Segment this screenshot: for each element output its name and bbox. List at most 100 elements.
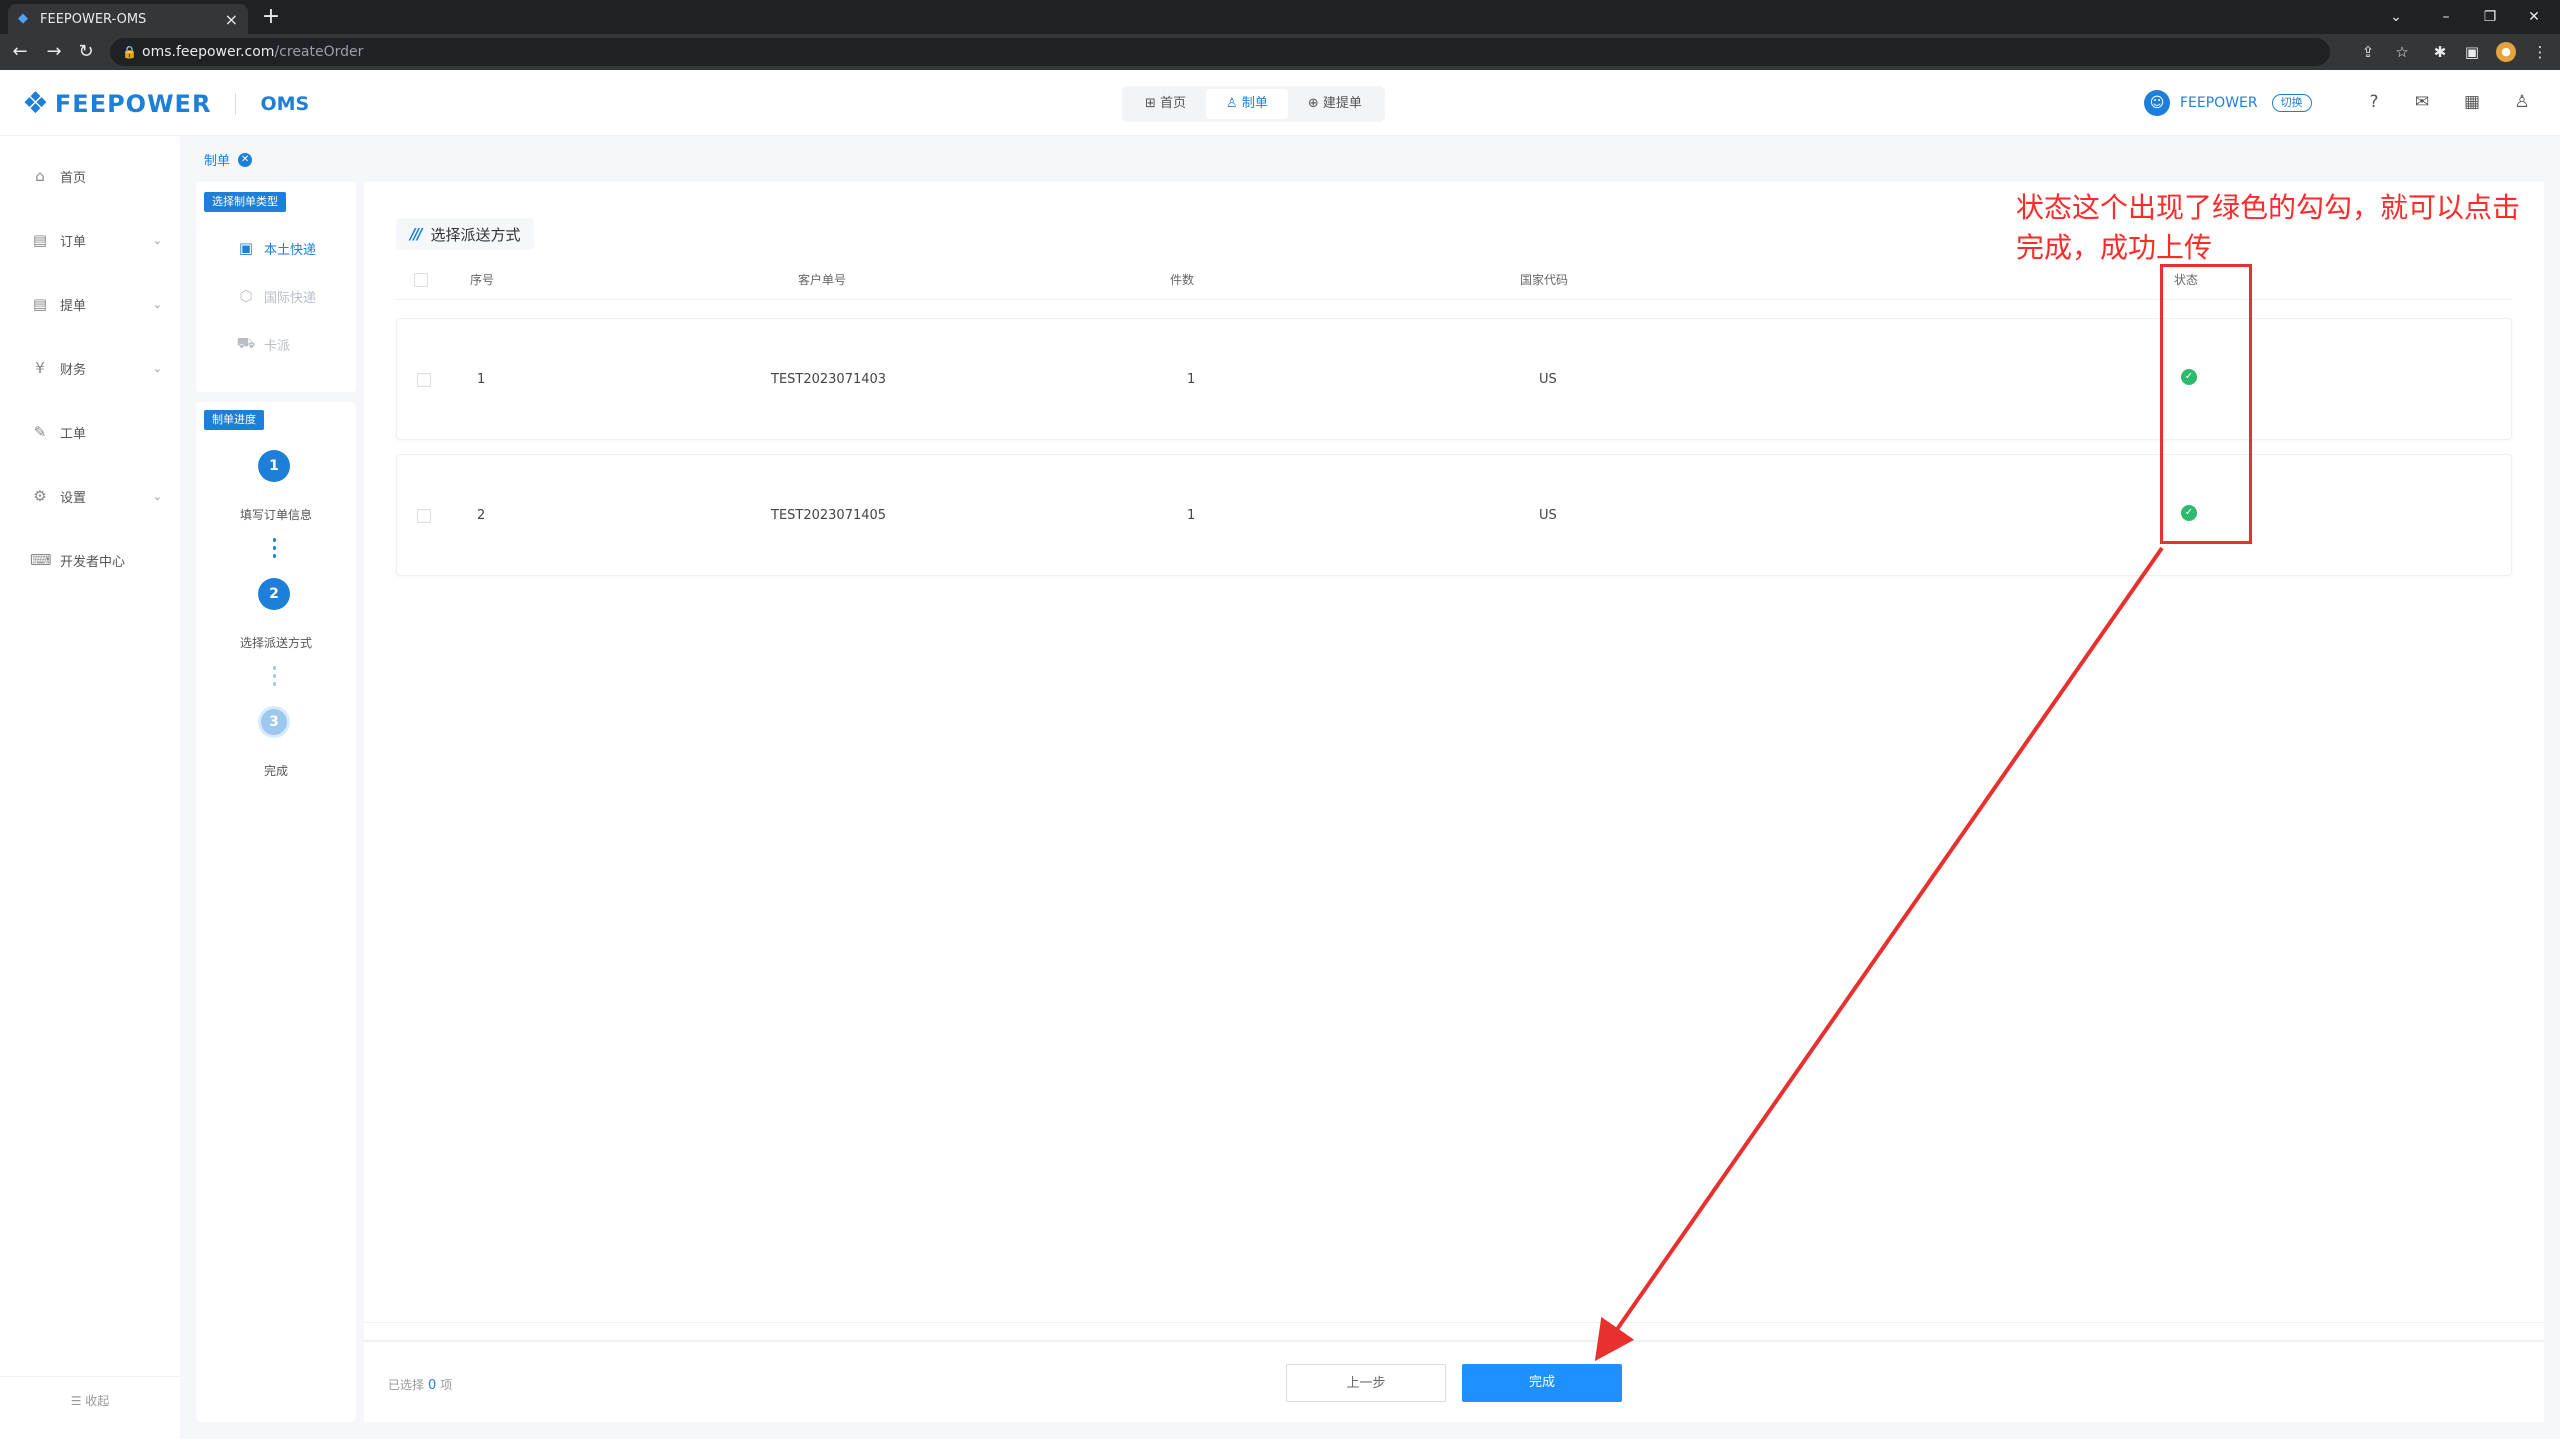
step-connector: [273, 538, 276, 560]
close-icon[interactable]: ✕: [238, 152, 253, 167]
reload-icon[interactable]: ↻: [74, 40, 98, 64]
prev-step-button[interactable]: 上一步: [1286, 1364, 1446, 1402]
feepower-favicon-icon: ◆: [18, 11, 28, 26]
mode-local-express[interactable]: ▣ 本土快递: [236, 236, 316, 260]
sidebar-item-label: 订单: [60, 234, 87, 250]
select-all-checkbox[interactable]: [414, 273, 428, 287]
share-icon[interactable]: ⇪: [2356, 40, 2380, 64]
feepower-logo-icon: ❖: [22, 86, 49, 121]
sidepanel-icon[interactable]: ▣: [2460, 40, 2484, 64]
top-nav-create-bill[interactable]: ⊕ 建提单: [1288, 89, 1382, 119]
url-host: oms.feepower.com: [142, 44, 275, 60]
url-path: /createOrder: [274, 44, 364, 60]
sidebar-item-bills[interactable]: ▤ 提单 ⌄: [0, 284, 180, 324]
minimize-icon[interactable]: –: [2424, 0, 2468, 34]
product-name: OMS: [260, 92, 310, 115]
grid-icon: ⊞: [1145, 96, 1161, 111]
url-input[interactable]: 🔒 oms.feepower.com/createOrder: [110, 38, 2330, 66]
truck-icon: ⛟: [236, 334, 256, 352]
extensions-icon[interactable]: ✱: [2428, 40, 2452, 64]
step-1-dot: 1: [258, 450, 290, 482]
logo[interactable]: ❖ FEEPOWER OMS: [22, 86, 309, 121]
chevron-down-icon: ⌄: [152, 489, 162, 503]
column-pieces: 件数: [1170, 273, 1195, 287]
row-checkbox[interactable]: [417, 509, 431, 523]
collapse-sidebar-button[interactable]: ☰ 收起: [0, 1376, 180, 1416]
switch-account-button[interactable]: 切换: [2271, 94, 2312, 112]
sidebar-item-developer[interactable]: ⌨ 开发者中心: [0, 540, 180, 580]
sidebar-item-settings[interactable]: ⚙ 设置 ⌄: [0, 476, 180, 516]
new-tab-icon[interactable]: +: [258, 4, 284, 30]
mode-international-express: ⬡ 国际快递: [236, 284, 316, 308]
browser-tabbar: ◆ FEEPOWER-OMS × + ⌄ – ❐ ✕: [0, 0, 2560, 34]
sidebar: ⌂ 首页 ▤ 订单 ⌄ ▤ 提单 ⌄ ¥ 财务 ⌄ ✎ 工单 ⚙ 设置 ⌄ ⌨ 开发者中心 ☰ 收起: [0, 136, 180, 1439]
breadcrumb-label: 制单: [204, 154, 231, 169]
close-tab-icon[interactable]: ×: [225, 10, 238, 29]
browser-tab[interactable]: ◆ FEEPOWER-OMS ×: [8, 4, 248, 34]
cell-seq: 1: [477, 372, 486, 387]
user-info[interactable]: ☺ FEEPOWER 切换: [2144, 90, 2312, 116]
brand-name: FEEPOWER: [54, 89, 212, 118]
divider: [364, 1322, 2544, 1323]
top-nav-create-bill-label: 建提单: [1322, 96, 1362, 111]
cell-pieces: 1: [1187, 372, 1196, 387]
row-checkbox[interactable]: [417, 373, 431, 387]
chevron-down-icon: ⌄: [152, 233, 162, 247]
message-icon[interactable]: ✉: [2410, 90, 2434, 114]
back-icon[interactable]: ←: [8, 40, 32, 64]
sidebar-item-home[interactable]: ⌂ 首页: [0, 156, 180, 196]
user-name: FEEPOWER: [2180, 95, 2258, 111]
cell-customer-no: TEST2023071403: [771, 372, 887, 387]
mode-truck: ⛟ 卡派: [236, 332, 290, 356]
breadcrumb[interactable]: 制单 ✕: [204, 150, 253, 169]
progress-panel: 制单进度 1 填写订单信息 2 选择派送方式 3 完成: [196, 402, 356, 1422]
help-icon[interactable]: ?: [2362, 90, 2386, 114]
order-icon: ▤: [32, 231, 48, 249]
column-customer-no: 客户单号: [798, 273, 847, 287]
bill-icon: ▤: [32, 295, 48, 313]
sidebar-item-orders[interactable]: ▤ 订单 ⌄: [0, 220, 180, 260]
footer-bar: 已选择 0 项 上一步 完成: [364, 1340, 2544, 1422]
section-title: /// 选择派送方式: [396, 218, 535, 250]
top-nav-create-order[interactable]: ♙ 制单: [1206, 89, 1288, 119]
collapse-label: 收起: [85, 1394, 110, 1408]
section-slash-icon: ///: [410, 225, 423, 243]
doc-add-icon: ⊕: [1307, 96, 1323, 111]
cell-country: US: [1539, 508, 1557, 523]
box-icon: ▣: [238, 239, 254, 257]
bookmark-star-icon[interactable]: ☆: [2390, 40, 2414, 64]
sidebar-item-finance[interactable]: ¥ 财务 ⌄: [0, 348, 180, 388]
step-1-label: 填写订单信息: [239, 508, 312, 522]
selected-number: 0: [428, 1378, 437, 1393]
tab-search-icon[interactable]: ⌄: [2374, 0, 2418, 34]
top-nav-home-label: 首页: [1160, 96, 1187, 111]
restore-icon[interactable]: ❐: [2468, 0, 2512, 34]
close-window-icon[interactable]: ✕: [2512, 0, 2556, 34]
selected-prefix: 已选择: [388, 1378, 425, 1392]
finish-button[interactable]: 完成: [1462, 1364, 1622, 1402]
forward-icon[interactable]: →: [42, 40, 66, 64]
lock-icon: 🔒: [122, 45, 137, 59]
order-type-tag: 选择制单类型: [204, 192, 286, 212]
column-seq: 序号: [470, 273, 495, 287]
ticket-icon: ✎: [33, 423, 47, 441]
cell-pieces: 1: [1187, 508, 1196, 523]
sidebar-item-tickets[interactable]: ✎ 工单: [0, 412, 180, 452]
user-avatar-icon: ☺: [2144, 90, 2170, 116]
browser-menu-icon[interactable]: ⋮: [2528, 40, 2552, 64]
collapse-icon: ☰: [70, 1394, 86, 1408]
sidebar-item-label: 财务: [60, 362, 87, 378]
package-icon: ⬡: [239, 287, 253, 305]
top-nav-home[interactable]: ⊞ 首页: [1125, 89, 1206, 119]
app-header: ❖ FEEPOWER OMS ⊞ 首页 ♙ 制单 ⊕ 建提单 ☺ FEEPOWE…: [0, 70, 2560, 136]
step-2-dot: 2: [258, 578, 290, 610]
step-3-label: 完成: [263, 764, 288, 778]
step-2-label: 选择派送方式: [239, 636, 312, 650]
order-type-panel: 选择制单类型 ▣ 本土快递 ⬡ 国际快递 ⛟ 卡派: [196, 182, 356, 392]
chevron-down-icon: ⌄: [152, 361, 162, 375]
calendar-icon[interactable]: ▦: [2460, 90, 2484, 114]
progress-tag: 制单进度: [204, 410, 264, 430]
home-icon: ⌂: [35, 167, 45, 185]
profile-avatar-icon[interactable]: ●: [2496, 42, 2516, 62]
account-icon[interactable]: ♙: [2510, 90, 2534, 114]
